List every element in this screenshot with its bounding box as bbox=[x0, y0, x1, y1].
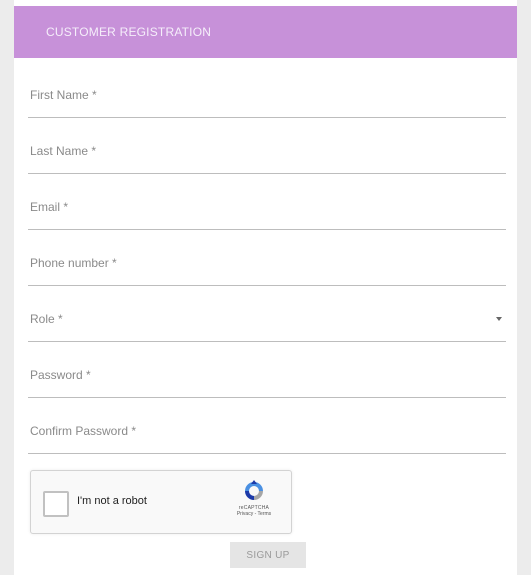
recaptcha-label: I'm not a robot bbox=[77, 495, 147, 507]
recaptcha-widget: I'm not a robot reCAPTCHA Privacy - Term… bbox=[30, 470, 292, 534]
recaptcha-logo: reCAPTCHA Privacy - Terms bbox=[231, 479, 277, 525]
confirm-password-label: Confirm Password * bbox=[30, 424, 137, 438]
phone-number-field[interactable]: Phone number * bbox=[28, 246, 506, 286]
sign-up-button[interactable]: SIGN UP bbox=[230, 542, 306, 568]
email-field[interactable]: Email * bbox=[28, 190, 506, 230]
first-name-label: First Name * bbox=[30, 88, 97, 102]
email-label: Email * bbox=[30, 200, 69, 214]
first-name-field[interactable]: First Name * bbox=[28, 78, 506, 118]
recaptcha-privacy-terms-link[interactable]: Privacy - Terms bbox=[231, 511, 277, 517]
phone-number-underline bbox=[28, 285, 506, 286]
last-name-field[interactable]: Last Name * bbox=[28, 134, 506, 174]
recaptcha-checkbox[interactable] bbox=[43, 491, 69, 517]
recaptcha-logo-icon bbox=[245, 480, 263, 500]
phone-number-label: Phone number * bbox=[30, 256, 117, 270]
password-underline bbox=[28, 397, 506, 398]
last-name-underline bbox=[28, 173, 506, 174]
last-name-label: Last Name * bbox=[30, 144, 97, 158]
role-label: Role * bbox=[30, 312, 63, 326]
confirm-password-underline bbox=[28, 453, 506, 454]
chevron-down-icon[interactable] bbox=[496, 317, 502, 321]
registration-card: CUSTOMER REGISTRATION First Name * Last … bbox=[14, 0, 517, 575]
email-underline bbox=[28, 229, 506, 230]
role-underline bbox=[28, 341, 506, 342]
role-select[interactable]: Role * bbox=[28, 302, 506, 342]
first-name-underline bbox=[28, 117, 506, 118]
confirm-password-field[interactable]: Confirm Password * bbox=[28, 414, 506, 454]
registration-header: CUSTOMER REGISTRATION bbox=[14, 6, 517, 58]
password-label: Password * bbox=[30, 368, 91, 382]
password-field[interactable]: Password * bbox=[28, 358, 506, 398]
page-title: CUSTOMER REGISTRATION bbox=[46, 25, 212, 39]
